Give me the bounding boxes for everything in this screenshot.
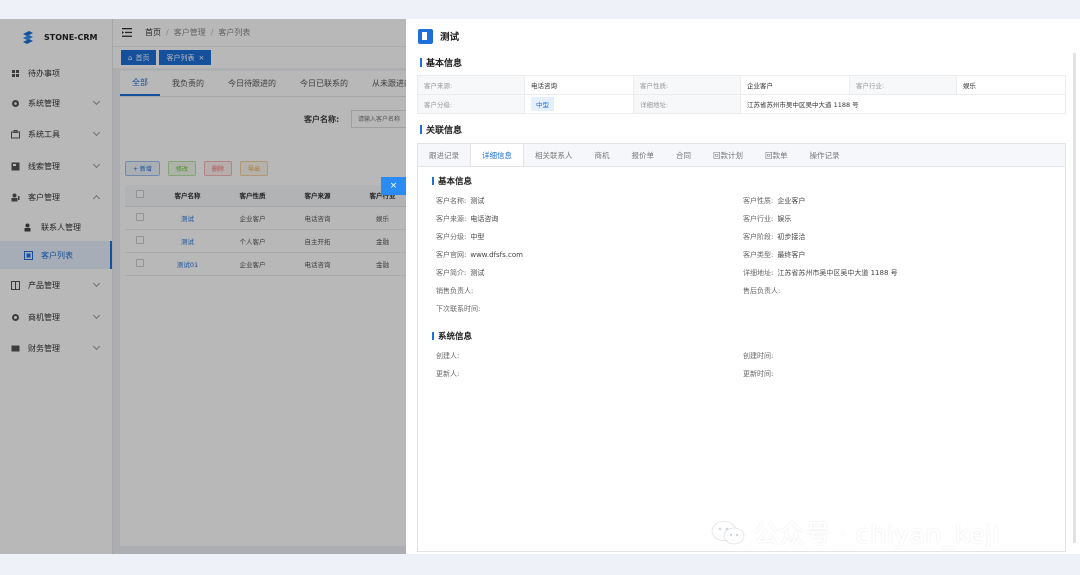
- drawer-mask[interactable]: [0, 19, 406, 554]
- tab-quotes[interactable]: 报价单: [621, 144, 666, 166]
- wechat-icon: [711, 520, 745, 544]
- field-updated-time: 更新时间:: [743, 370, 774, 378]
- basic-info-table: 客户来源: 电话咨询 客户性质: 企业客户 客户行业: 娱乐 客户分级: 中型 …: [417, 75, 1066, 114]
- watermark-text: 公众号 · chiyan_keji: [753, 520, 1000, 550]
- tab-related-contacts[interactable]: 相关联系人: [524, 144, 584, 166]
- related-info-title: 关联信息: [420, 123, 462, 136]
- tab-details[interactable]: 详细信息: [470, 144, 524, 166]
- field-website: 客户官网: www.dfsfs.com: [436, 251, 523, 259]
- tab-operation-log[interactable]: 操作记录: [799, 144, 851, 166]
- tab-contracts[interactable]: 合同: [665, 144, 702, 166]
- field-intro: 客户简介: 测试: [436, 269, 485, 277]
- field-nature: 客户性质: 企业客户: [743, 197, 806, 205]
- field-industry: 客户行业: 娱乐: [743, 215, 792, 223]
- field-customer-name: 客户名称: 测试: [436, 197, 485, 205]
- field-after-sales-owner: 售后负责人:: [743, 287, 781, 295]
- crm-app: STONE-CRM 待办事项 系统管理 系统工具 线索管理 客户管理 联系人管理…: [0, 19, 1080, 554]
- tab-payment-plan[interactable]: 回款计划: [702, 144, 754, 166]
- drawer-header: 测试: [406, 19, 1080, 53]
- tab-payment-receipts[interactable]: 回款单: [754, 144, 799, 166]
- field-type: 客户类型: 最终客户: [743, 251, 806, 259]
- field-created-time: 创建时间:: [743, 352, 774, 360]
- document-icon: [418, 28, 433, 44]
- basic-info-title: 基本信息: [420, 56, 462, 69]
- drawer-title: 测试: [440, 32, 460, 43]
- related-tabs-panel: 跟进记录 详细信息 相关联系人 商机 报价单 合同 回款计划 回款单 操作记录 …: [417, 143, 1066, 552]
- tab-followup-records[interactable]: 跟进记录: [418, 144, 470, 166]
- field-sales-owner: 销售负责人:: [436, 287, 474, 295]
- field-updater: 更新人:: [436, 370, 460, 378]
- field-stage: 客户阶段: 初步接洽: [743, 233, 806, 241]
- detail-basic-title: 基本信息: [432, 175, 472, 187]
- related-tabs: 跟进记录 详细信息 相关联系人 商机 报价单 合同 回款计划 回款单 操作记录: [418, 144, 1065, 167]
- customer-detail-drawer: 测试 基本信息 客户来源: 电话咨询 客户性质: 企业客户 客户行业: 娱乐 客…: [406, 19, 1080, 554]
- system-info-title: 系统信息: [432, 330, 472, 342]
- field-source: 客户来源: 电话咨询: [436, 215, 499, 223]
- level-tag: 中型: [531, 97, 554, 111]
- drawer-close-button[interactable]: ×: [381, 177, 406, 195]
- field-creator: 创建人:: [436, 352, 460, 360]
- field-next-contact: 下次联系时间:: [436, 305, 481, 313]
- watermark: 公众号 · chiyan_keji: [711, 514, 999, 551]
- field-address: 详细地址: 江苏省苏州市吴中区吴中大道 1188 号: [743, 269, 898, 277]
- tab-opportunities[interactable]: 商机: [584, 144, 621, 166]
- drawer-scrollbar[interactable]: [1073, 53, 1076, 543]
- field-level: 客户分级: 中型: [436, 233, 485, 241]
